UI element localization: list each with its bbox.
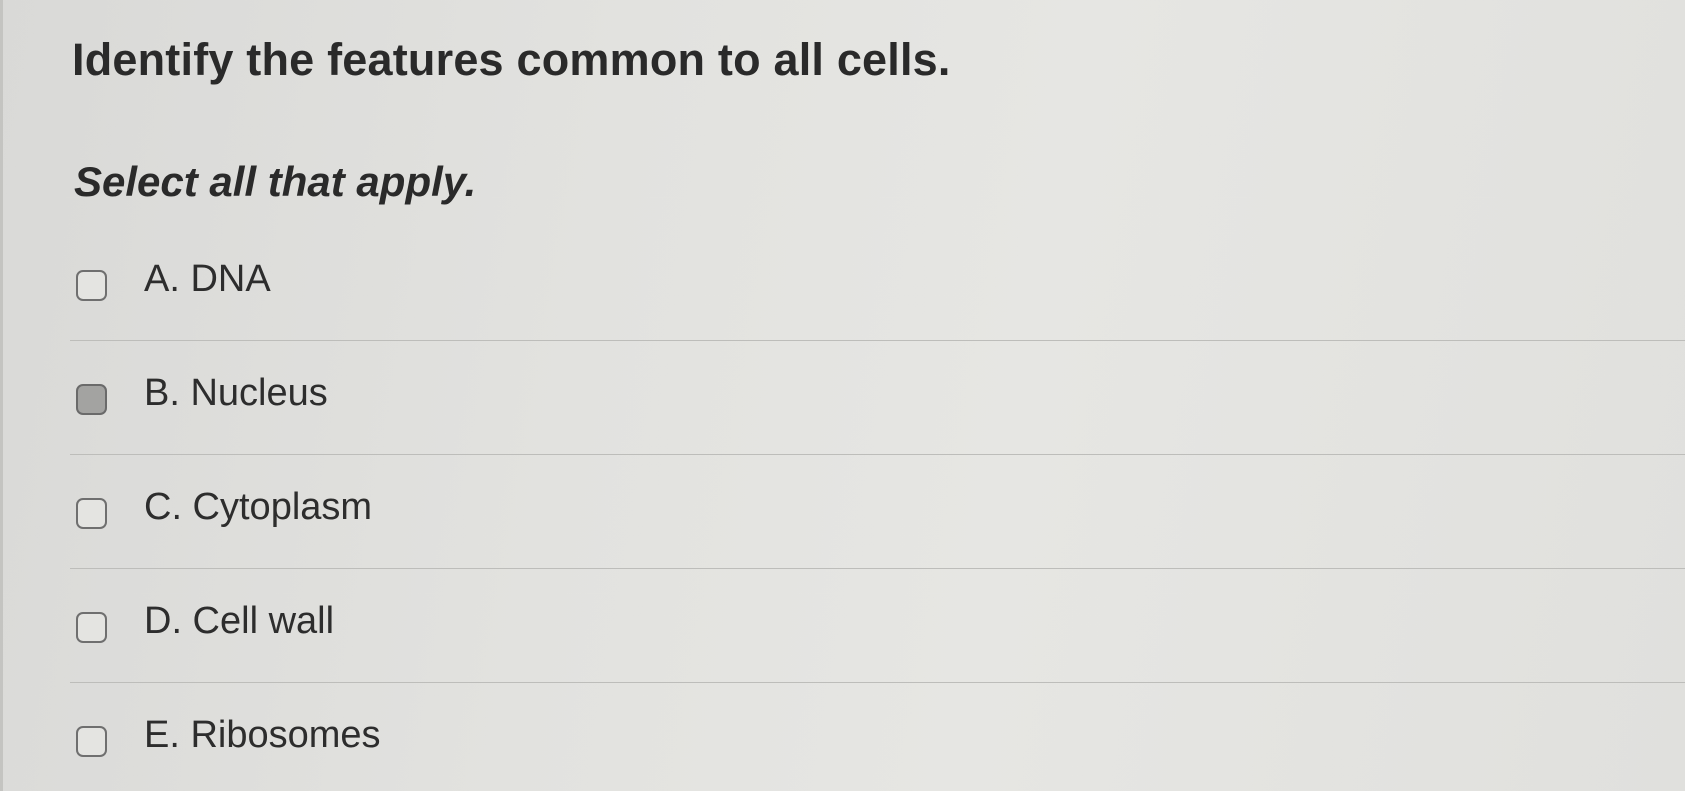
question-instruction: Select all that apply. xyxy=(74,158,477,205)
option-a-label[interactable]: A. DNA xyxy=(144,258,271,301)
option-d-checkbox[interactable] xyxy=(76,612,107,643)
option-b-checkbox[interactable] xyxy=(76,384,107,415)
option-c-label[interactable]: C. Cytoplasm xyxy=(144,486,372,529)
option-e[interactable]: E. Ribosomes xyxy=(0,682,1685,791)
option-b-label[interactable]: B. Nucleus xyxy=(144,372,328,415)
option-e-checkbox[interactable] xyxy=(76,726,107,757)
option-a[interactable]: A. DNA xyxy=(0,226,1685,341)
answer-options-list: A. DNA B. Nucleus C. Cytoplasm D. Cell w… xyxy=(0,226,1685,791)
option-a-checkbox[interactable] xyxy=(76,270,107,301)
option-d-label[interactable]: D. Cell wall xyxy=(144,600,334,643)
option-b[interactable]: B. Nucleus xyxy=(0,340,1685,455)
option-c[interactable]: C. Cytoplasm xyxy=(0,454,1685,569)
option-d[interactable]: D. Cell wall xyxy=(0,568,1685,683)
question-title: Identify the features common to all cell… xyxy=(72,34,951,85)
option-c-checkbox[interactable] xyxy=(76,498,107,529)
option-e-label[interactable]: E. Ribosomes xyxy=(144,714,381,757)
